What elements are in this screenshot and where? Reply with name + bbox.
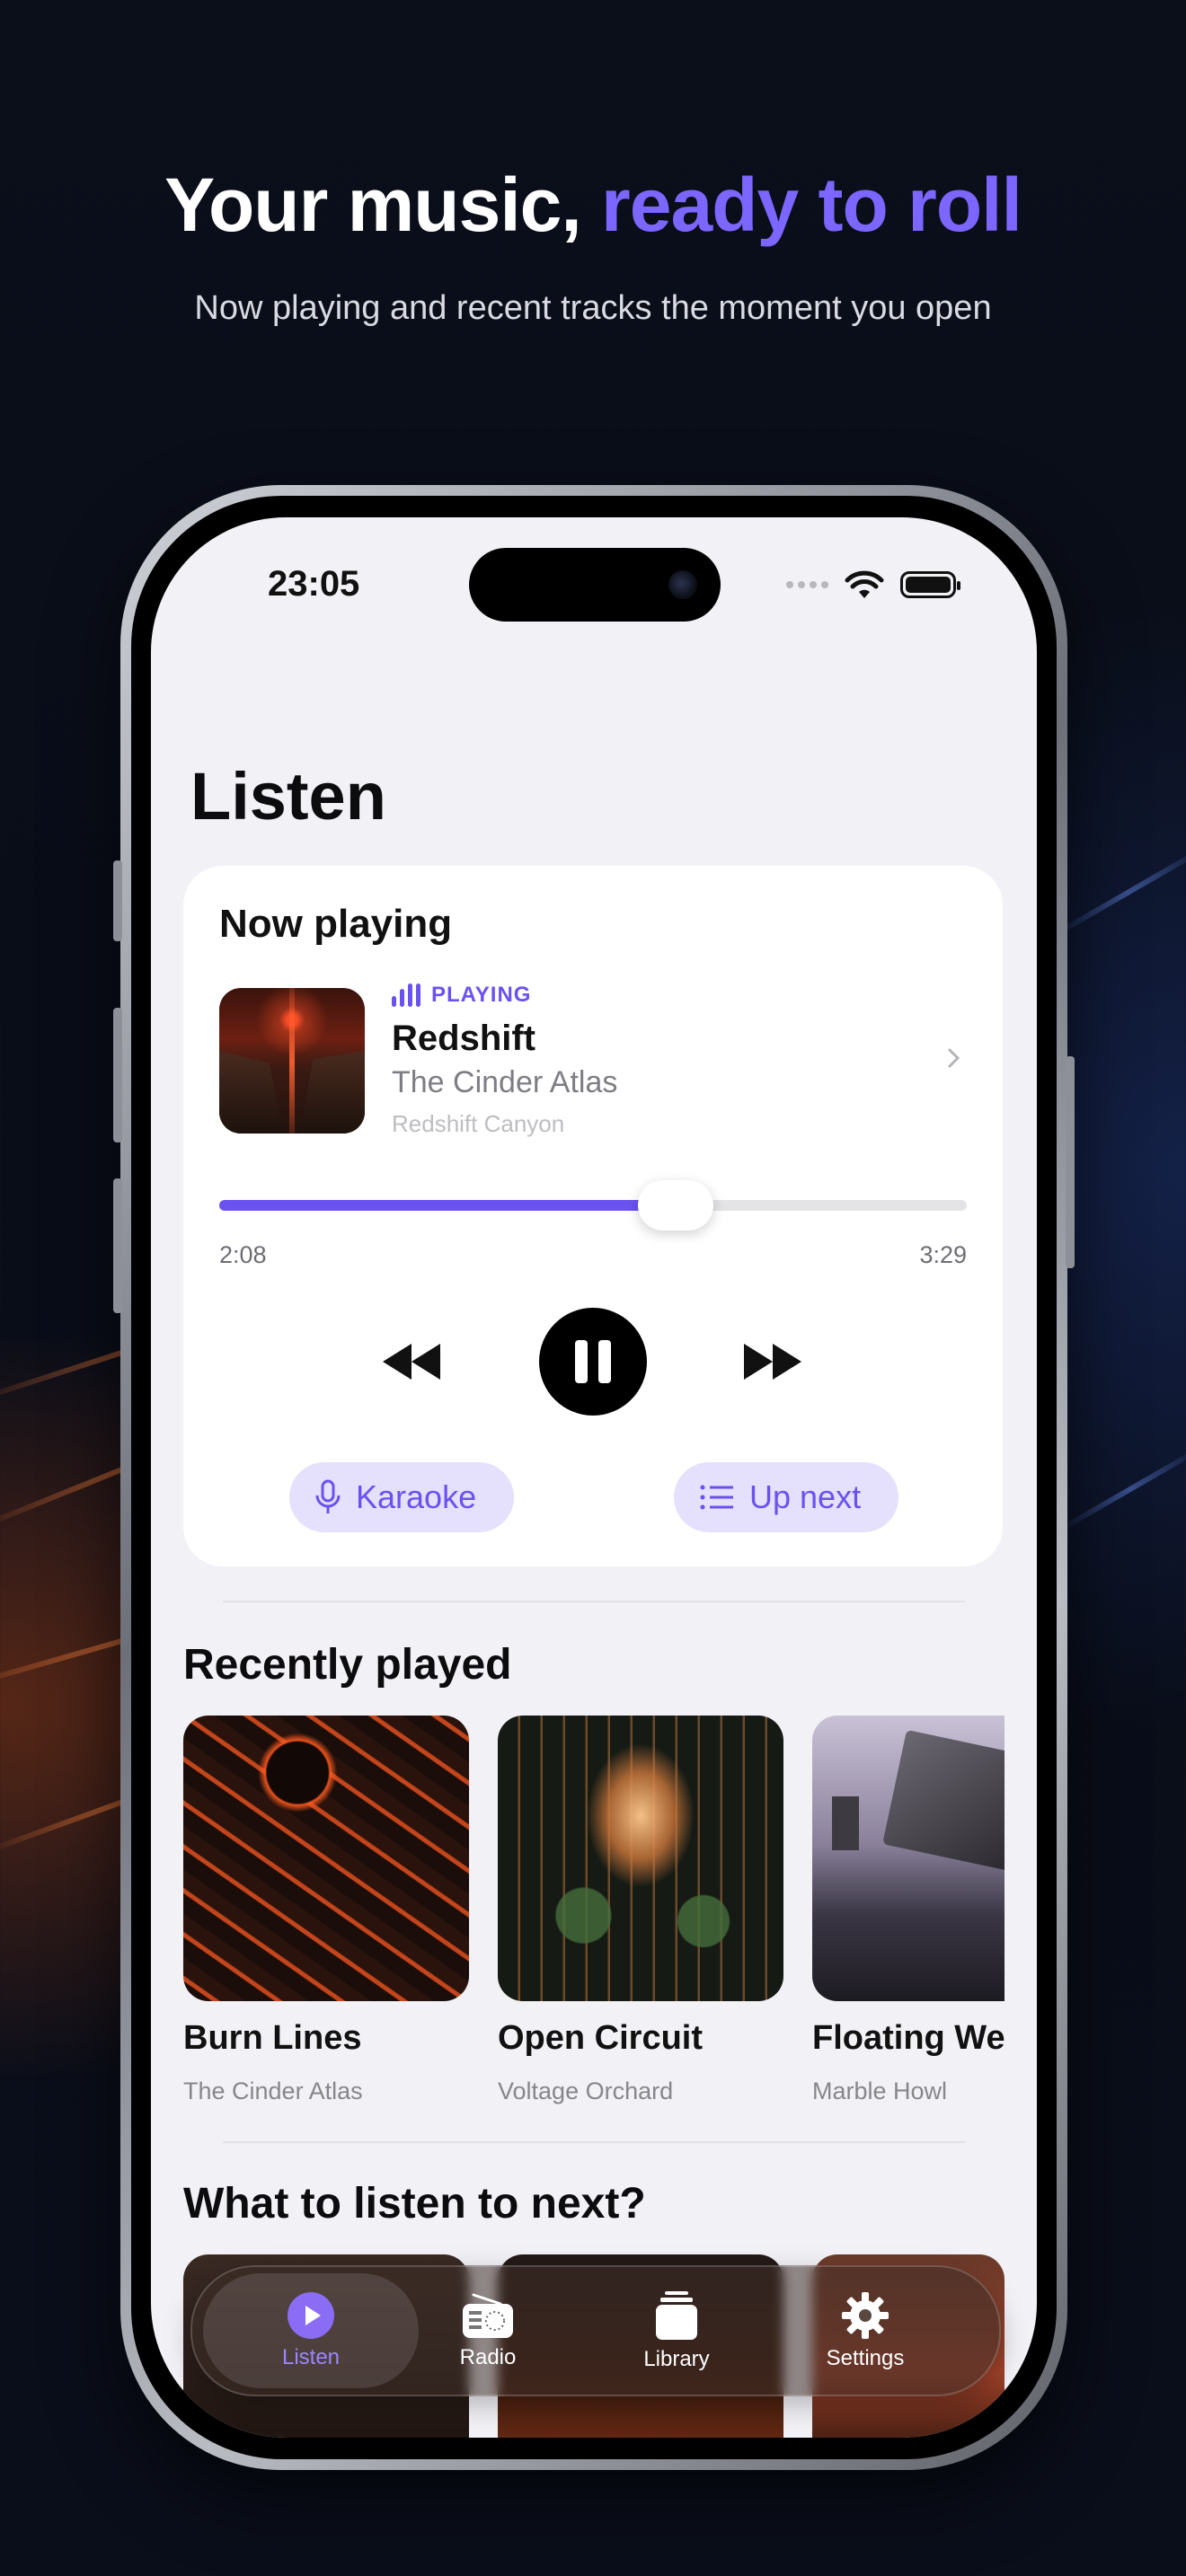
album-card[interactable]: Floating Wei Marble Howl <box>812 1716 1005 2105</box>
background-streak <box>1058 1446 1186 1532</box>
headline-accent-text: ready to roll <box>601 163 1022 247</box>
volume-down-button <box>113 1178 122 1313</box>
volume-up-button <box>113 1008 122 1142</box>
headline-text: Your music, <box>164 163 602 247</box>
tab-label: Listen <box>281 2345 341 2369</box>
section-divider <box>223 1601 965 1602</box>
power-button <box>1066 1056 1075 1268</box>
total-time: 3:29 <box>919 1241 967 1268</box>
background-streak <box>1049 844 1186 940</box>
recently-played-carousel[interactable]: Burn Lines The Cinder Atlas Open Circuit… <box>183 1716 1005 2165</box>
track-title[interactable]: Redshift <box>392 1019 535 1059</box>
progress-thumb[interactable] <box>637 1180 713 1231</box>
album-artwork <box>812 1716 1005 2001</box>
action-button <box>113 860 122 941</box>
camera-icon <box>668 570 697 599</box>
section-divider <box>223 2141 965 2143</box>
chevron-right-icon[interactable] <box>942 1045 967 1071</box>
list-icon <box>700 1485 733 1510</box>
marketing-subheadline: Now playing and recent tracks the moment… <box>194 289 992 327</box>
tab-bar: Listen Radio Library Settings <box>190 2265 1001 2396</box>
dynamic-island <box>469 548 721 622</box>
playing-indicator: PLAYING <box>392 983 531 1008</box>
tab-label: Settings <box>826 2346 905 2370</box>
karaoke-button[interactable]: Karaoke <box>289 1462 514 1532</box>
track-artwork[interactable] <box>219 988 365 1134</box>
battery-icon <box>900 571 960 598</box>
equalizer-icon <box>392 984 420 1007</box>
album-artist: Voltage Orchard <box>498 2078 674 2104</box>
tab-library[interactable]: Library <box>582 2267 771 2395</box>
playing-state-label: PLAYING <box>431 983 532 1007</box>
cellular-signal-icon <box>786 581 828 588</box>
track-album: Redshift Canyon <box>392 1110 565 1137</box>
tab-listen[interactable]: Listen <box>203 2273 419 2388</box>
album-title: Burn Lines <box>183 2019 362 2057</box>
now-playing-title: Now playing <box>219 902 453 946</box>
recently-played-title: Recently played <box>183 1641 512 1689</box>
gear-icon <box>842 2292 889 2339</box>
playback-progress-bar[interactable] <box>219 1180 967 1231</box>
progress-fill <box>219 1200 676 1211</box>
karaoke-label: Karaoke <box>356 1478 477 1515</box>
phone-screen: 23:05 Listen Now playing PLAYING Redshif… <box>151 517 1037 2438</box>
tab-settings[interactable]: Settings <box>771 2267 960 2395</box>
album-artwork <box>183 1716 469 2001</box>
microphone-icon <box>315 1479 341 1513</box>
now-playing-card: Now playing PLAYING Redshift The Cinder … <box>183 866 1003 1566</box>
album-title: Open Circuit <box>498 2019 704 2057</box>
elapsed-time: 2:08 <box>219 1241 267 1268</box>
up-next-label: Up next <box>749 1478 862 1515</box>
album-card[interactable]: Burn Lines The Cinder Atlas <box>183 1716 469 2105</box>
up-next-button[interactable]: Up next <box>674 1462 898 1532</box>
library-icon <box>656 2291 697 2340</box>
album-artwork <box>498 1716 783 2001</box>
status-indicators <box>786 569 960 600</box>
album-artist: The Cinder Atlas <box>183 2078 363 2104</box>
tab-label: Radio <box>459 2345 517 2369</box>
pause-button[interactable] <box>539 1308 647 1416</box>
album-artist: Marble Howl <box>812 2078 948 2104</box>
what-next-title: What to listen to next? <box>183 2180 646 2228</box>
play-circle-icon <box>288 2292 334 2339</box>
album-title: Floating Wei <box>812 2019 1005 2057</box>
rewind-button[interactable] <box>379 1340 444 1383</box>
track-artist: The Cinder Atlas <box>392 1065 618 1099</box>
fast-forward-button[interactable] <box>740 1340 805 1383</box>
tab-label: Library <box>643 2347 710 2371</box>
tab-radio[interactable]: Radio <box>394 2267 582 2395</box>
page-title: Listen <box>190 759 386 834</box>
album-card[interactable]: Open Circuit Voltage Orchard <box>498 1716 783 2105</box>
marketing-headline: Your music, ready to roll <box>0 162 1186 249</box>
wifi-icon <box>845 570 884 598</box>
radio-icon <box>463 2293 513 2338</box>
status-time: 23:05 <box>268 564 360 604</box>
